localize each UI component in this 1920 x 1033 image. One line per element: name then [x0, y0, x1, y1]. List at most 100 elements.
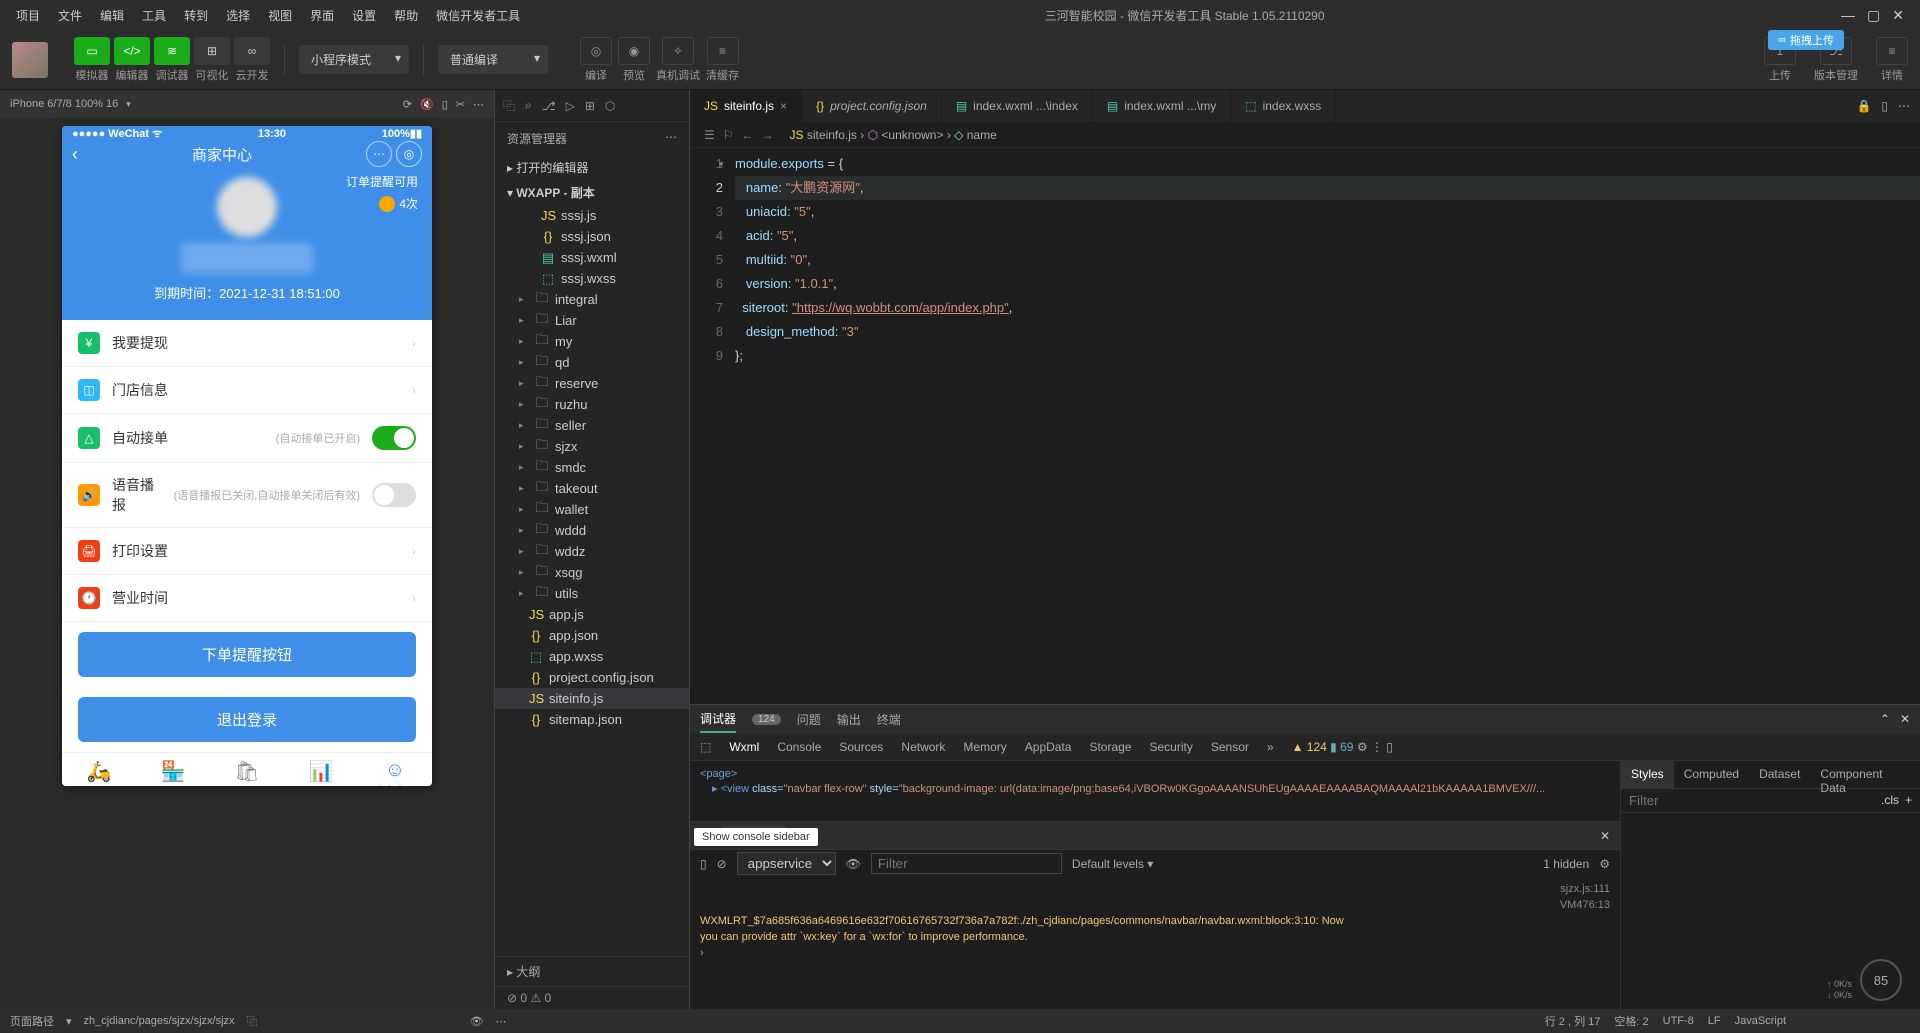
code-editor[interactable]: 123456789 ▾ module.exports = { name: "大鹏… — [690, 148, 1920, 704]
device-selector[interactable]: iPhone 6/7/8 100% 16 — [10, 98, 118, 110]
preview-button[interactable]: ◉ — [618, 37, 650, 65]
devtools-tab-terminal[interactable]: 终端 — [877, 707, 901, 732]
nav-fwd-icon[interactable]: → — [762, 128, 774, 142]
encoding-info[interactable]: UTF-8 — [1663, 1015, 1694, 1027]
clear-cache-button[interactable]: ≡ — [707, 37, 739, 65]
close-panel-icon[interactable]: ✕ — [1900, 712, 1910, 726]
warning-count[interactable]: ▲ 124 — [1292, 740, 1327, 754]
tree-item-wallet[interactable]: ▸🗀wallet — [495, 499, 689, 520]
menu-goto[interactable]: 转到 — [176, 3, 216, 28]
add-rule-icon[interactable]: + — [1905, 793, 1912, 808]
collapse-icon[interactable]: ⌃ — [1880, 712, 1890, 726]
tab-siteinfo[interactable]: JS siteinfo.js × — [690, 90, 802, 122]
menu-tool[interactable]: 工具 — [134, 3, 174, 28]
tab-more-icon[interactable]: ⋯ — [1898, 99, 1910, 113]
devtools-tab-problems[interactable]: 问题 — [797, 707, 821, 732]
tree-item-wddz[interactable]: ▸🗀wddz — [495, 541, 689, 562]
panel-sensor[interactable]: Sensor — [1211, 740, 1249, 754]
tree-item-sitemap-json[interactable]: {}sitemap.json — [495, 709, 689, 730]
menu-wechat[interactable]: 微信开发者工具 — [428, 3, 528, 28]
eye-icon[interactable]: 👁 — [470, 1015, 484, 1028]
tab-project-config[interactable]: {} project.config.json — [802, 90, 942, 122]
debugger-toggle[interactable]: ≋ — [154, 37, 190, 65]
sidebar-toggle-icon[interactable]: ▯ — [700, 857, 707, 871]
debug-icon[interactable]: ▷ — [566, 99, 575, 113]
bookmark-icon[interactable]: ⚐ — [723, 128, 734, 142]
wxml-inspector[interactable]: <page> ▸ <view class="navbar flex-row" s… — [690, 761, 1620, 821]
menu-select[interactable]: 选择 — [218, 3, 258, 28]
console-gear-icon[interactable]: ⚙ — [1599, 857, 1610, 871]
tree-item-xsqg[interactable]: ▸🗀xsqg — [495, 562, 689, 583]
eol-info[interactable]: LF — [1708, 1015, 1721, 1027]
auto-accept-switch[interactable] — [372, 426, 416, 450]
clear-console-icon[interactable]: ⊘ — [717, 857, 727, 871]
explorer-more-icon[interactable]: ⋯ — [665, 130, 677, 147]
menu-voice[interactable]: 🔊语音播报(语音播报已关闭,自动接单关闭后有效) — [62, 463, 432, 528]
tree-item-sssj-json[interactable]: {}sssj.json — [495, 226, 689, 247]
panel-security[interactable]: Security — [1150, 740, 1193, 754]
tab-index-wxss[interactable]: ⬚ index.wxss — [1231, 90, 1336, 122]
cls-button[interactable]: .cls — [1881, 793, 1899, 808]
lock-icon[interactable]: 🔒 — [1856, 99, 1871, 113]
split-icon[interactable]: ▯ — [1881, 99, 1888, 113]
tree-item-utils[interactable]: ▸🗀utils — [495, 583, 689, 604]
remote-debug-button[interactable]: ⟡ — [662, 37, 694, 65]
menu-file[interactable]: 文件 — [50, 3, 90, 28]
compile-button[interactable]: ◎ — [580, 37, 612, 65]
upload-drag-hint[interactable]: ∞ 拖拽上传 — [1768, 30, 1844, 50]
tree-item-integral[interactable]: ▸🗀integral — [495, 289, 689, 310]
tree-item-sssj-wxml[interactable]: ▤sssj.wxml — [495, 247, 689, 268]
styles-tab[interactable]: Styles — [1621, 761, 1674, 788]
console-filter-input[interactable] — [871, 853, 1062, 874]
computed-tab[interactable]: Computed — [1674, 761, 1749, 788]
tree-item-Liar[interactable]: ▸🗀Liar — [495, 310, 689, 331]
editor-toggle[interactable]: </> — [114, 37, 150, 65]
maximize-icon[interactable]: ▢ — [1867, 7, 1880, 24]
dock-icon[interactable]: ▯ — [1386, 740, 1393, 754]
hidden-count[interactable]: 1 hidden — [1543, 857, 1589, 871]
component-data-tab[interactable]: Component Data — [1810, 761, 1920, 788]
tab-index-wxml-1[interactable]: ▤ index.wxml ...\index — [942, 90, 1093, 122]
panel-memory[interactable]: Memory — [963, 740, 1006, 754]
more-status-icon[interactable]: ⋯ — [496, 1015, 507, 1028]
menu-interface[interactable]: 界面 — [302, 3, 342, 28]
order-remind-button[interactable]: 下单提醒按钮 — [78, 632, 416, 677]
console-close-icon[interactable]: ✕ — [1600, 829, 1610, 843]
tree-item-qd[interactable]: ▸🗀qd — [495, 352, 689, 373]
outline-section[interactable]: ▸ 大纲 — [495, 956, 689, 986]
menu-edit[interactable]: 编辑 — [92, 3, 132, 28]
project-avatar[interactable] — [12, 42, 48, 78]
open-editors-section[interactable]: ▸ 打开的编辑器 — [495, 155, 689, 180]
close-icon[interactable]: ✕ — [1892, 7, 1904, 24]
dataset-tab[interactable]: Dataset — [1749, 761, 1810, 788]
git-icon[interactable]: ⎇ — [542, 99, 556, 113]
panel-appdata[interactable]: AppData — [1025, 740, 1072, 754]
logout-button[interactable]: 退出登录 — [78, 697, 416, 742]
tree-item-reserve[interactable]: ▸🗀reserve — [495, 373, 689, 394]
tree-item-app-wxss[interactable]: ⬚app.wxss — [495, 646, 689, 667]
tab-index-wxml-2[interactable]: ▤ index.wxml ...\my — [1093, 90, 1231, 122]
eye-icon[interactable]: 👁 — [846, 857, 861, 871]
tab-goods[interactable]: 🛍商品管理 — [210, 753, 284, 786]
capsule-close-icon[interactable]: ◎ — [396, 141, 422, 167]
detail-button[interactable]: ≡ — [1876, 37, 1908, 65]
ext-icon[interactable]: ⊞ — [585, 99, 595, 113]
inspect-icon[interactable]: ⬚ — [700, 740, 711, 754]
cursor-position[interactable]: 行 2 , 列 17 — [1545, 1013, 1601, 1029]
tree-item-app-json[interactable]: {}app.json — [495, 625, 689, 646]
panel-console[interactable]: Console — [777, 740, 821, 754]
tab-stats[interactable]: 📊数据统计 — [284, 753, 358, 786]
devtools-tab-output[interactable]: 输出 — [837, 707, 861, 732]
tree-item-ruzhu[interactable]: ▸🗀ruzhu — [495, 394, 689, 415]
panel-network[interactable]: Network — [901, 740, 945, 754]
panel-wxml[interactable]: Wxml — [729, 740, 759, 754]
tree-item-my[interactable]: ▸🗀my — [495, 331, 689, 352]
tree-item-wddd[interactable]: ▸🗀wddd — [495, 520, 689, 541]
kebab-icon[interactable]: ⋮ — [1371, 740, 1383, 754]
more-icon[interactable]: ⋯ — [473, 98, 484, 111]
tree-item-app-js[interactable]: JSapp.js — [495, 604, 689, 625]
capsule-menu-icon[interactable]: ⋯ — [366, 141, 392, 167]
menu-print[interactable]: 🖨打印设置› — [62, 528, 432, 575]
mute-icon[interactable]: 🔇 — [420, 98, 434, 111]
menu-settings[interactable]: 设置 — [344, 3, 384, 28]
